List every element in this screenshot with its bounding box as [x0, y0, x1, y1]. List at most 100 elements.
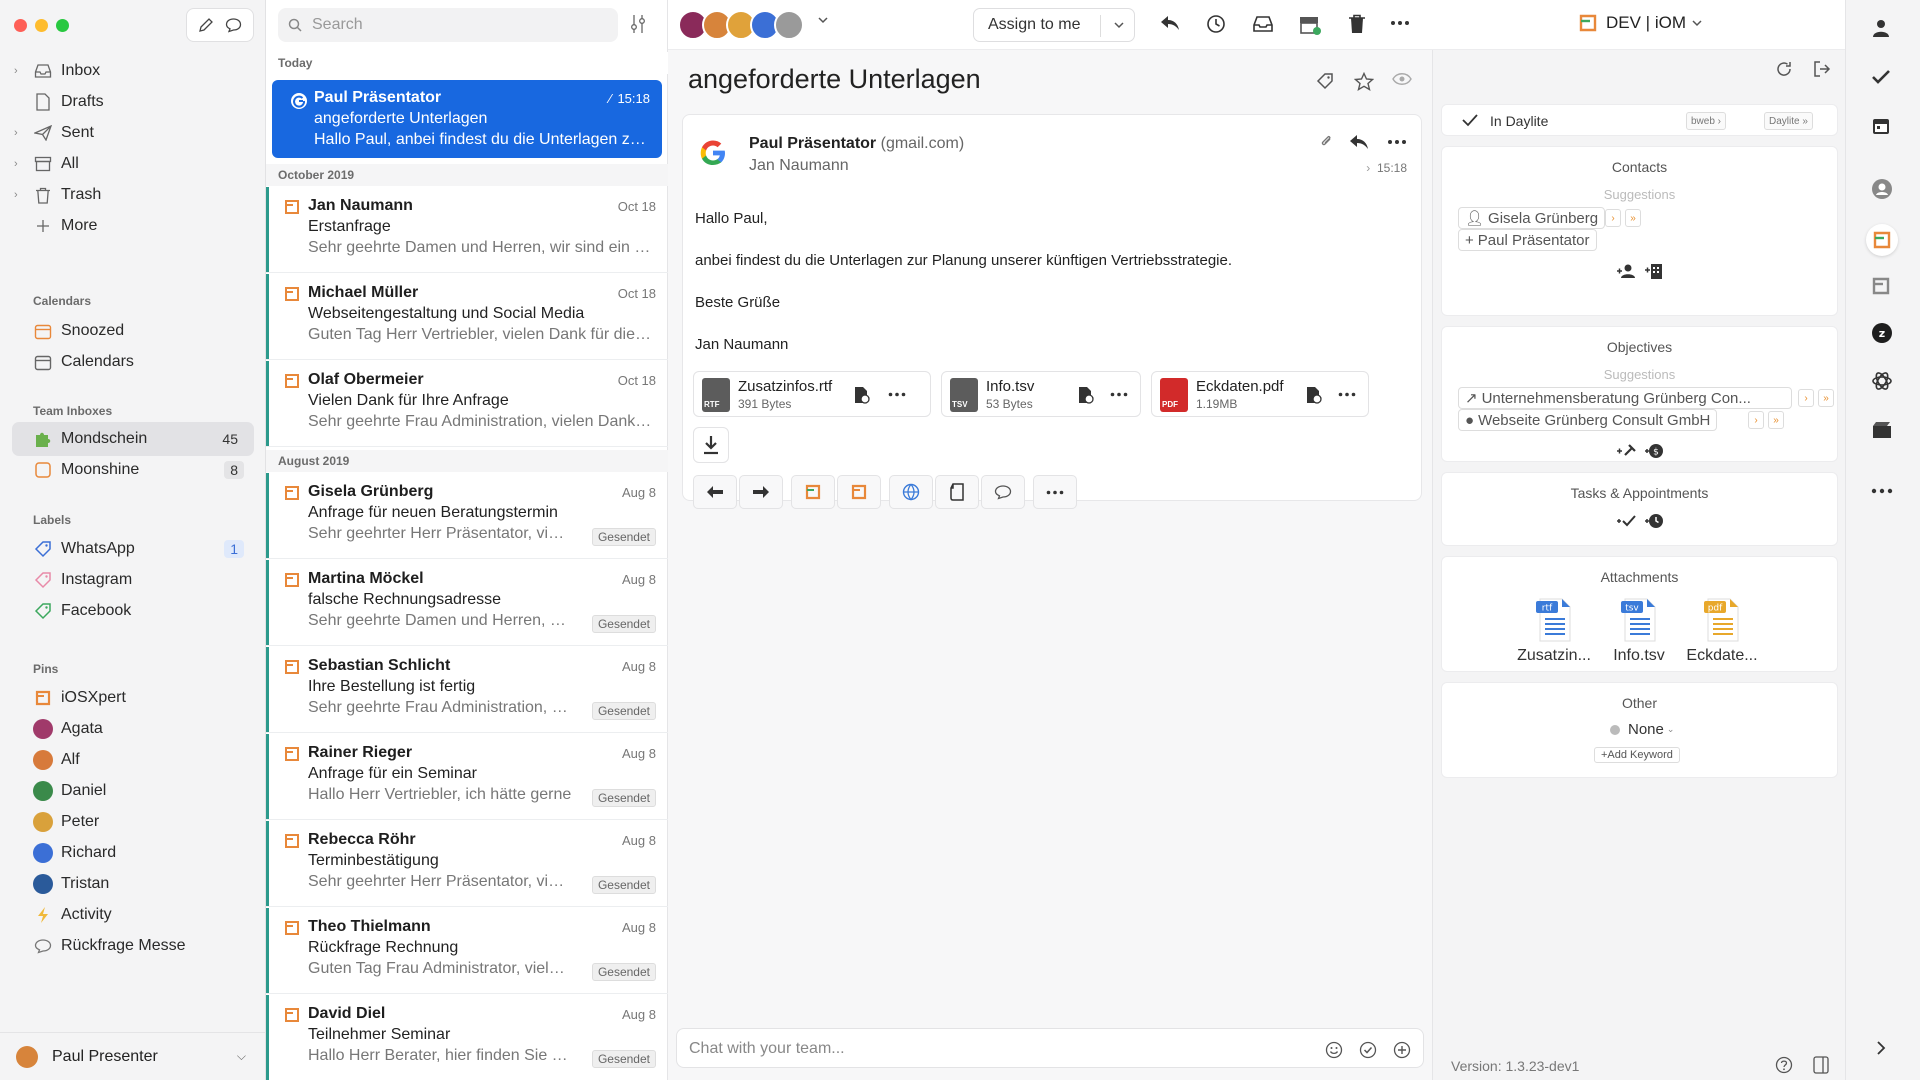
link-arrow-icon[interactable]: › — [1748, 411, 1764, 429]
chevron-right-icon[interactable] — [1876, 1040, 1886, 1056]
more-actions-button[interactable] — [1033, 475, 1077, 509]
evernote-button[interactable] — [935, 475, 979, 509]
source-chip-bweb[interactable]: bweb › — [1686, 112, 1727, 130]
chevron-right-icon[interactable]: › — [14, 189, 28, 201]
star-icon[interactable] — [1354, 72, 1374, 92]
sidebar-item-whatsapp[interactable]: WhatsApp 1 — [12, 532, 254, 566]
sidebar-item-facebook[interactable]: Facebook — [12, 594, 254, 628]
message-row[interactable]: Michael Müller Oct 18 Webseitengestaltung … — [266, 274, 668, 360]
add-task-icon[interactable] — [1612, 507, 1640, 535]
trash-icon[interactable] — [1348, 14, 1366, 34]
save-file-icon[interactable] — [1306, 386, 1322, 404]
sidebar-item-rueckfrage-messe[interactable]: Rückfrage Messe — [12, 929, 254, 963]
openai-icon[interactable] — [1871, 370, 1893, 392]
sidebar-item-snoozed[interactable]: Snoozed — [12, 314, 254, 348]
sidebar-item-daniel[interactable]: Daniel — [12, 774, 254, 808]
contact-suggestion-paul[interactable]: + Paul Präsentator — [1458, 229, 1597, 251]
team-chat-input[interactable]: Chat with your team... — [676, 1028, 1424, 1068]
sidebar-item-instagram[interactable]: Instagram — [12, 563, 254, 597]
message-row[interactable]: Theo Thielmann Aug 8 Rückfrage Rechnung Gut… — [266, 908, 668, 994]
translate-button[interactable] — [889, 475, 933, 509]
add-company-icon[interactable] — [1640, 257, 1668, 285]
daylite-link-icon[interactable]: » — [1818, 389, 1834, 407]
assign-to-me-button[interactable]: Assign to me — [973, 8, 1135, 42]
sidebar-item-tristan[interactable]: Tristan — [12, 867, 254, 901]
sidebar-item-all[interactable]: › All — [12, 147, 254, 181]
attachment-file[interactable]: pdf Eckdate... — [1680, 595, 1764, 665]
attachment-zusatzinfos[interactable]: RTF Zusatzinfos.rtf 391 Bytes — [693, 371, 931, 417]
comment-button[interactable] — [981, 475, 1025, 509]
message-row[interactable]: Rainer Rieger Aug 8 Anfrage für ein Semina… — [266, 734, 668, 820]
account-circle-icon[interactable] — [1871, 178, 1893, 200]
add-appointment-icon[interactable] — [1640, 507, 1668, 535]
chevron-down-icon[interactable] — [818, 16, 828, 24]
sidebar-toggle-icon[interactable] — [1813, 1056, 1829, 1074]
chevron-right-icon[interactable]: › — [14, 158, 28, 170]
add-circle-icon[interactable] — [1393, 1041, 1411, 1059]
eye-icon[interactable] — [1392, 72, 1412, 86]
check-circle-icon[interactable] — [1359, 1041, 1377, 1059]
tag-icon[interactable] — [1316, 72, 1334, 90]
more-icon[interactable] — [888, 392, 906, 397]
move-to-folder-icon[interactable] — [1298, 14, 1322, 36]
account-switcher[interactable]: DEV | iOM — [1578, 13, 1702, 33]
sidebar-item-trash[interactable]: › Trash — [12, 178, 254, 212]
objective-suggestion-webseite[interactable]: ● Webseite Grünberg Consult GmbH — [1458, 409, 1718, 431]
download-all-button[interactable] — [693, 427, 729, 463]
chevron-down-icon[interactable] — [1114, 21, 1124, 29]
daylite-gray-icon[interactable] — [1871, 276, 1891, 296]
more-icon[interactable] — [1871, 488, 1893, 494]
message-row[interactable]: Sebastian Schlicht Aug 8 Ihre Bestellung i… — [266, 647, 668, 733]
chevron-right-icon[interactable]: › — [14, 127, 28, 139]
sidebar-item-inbox[interactable]: › Inbox — [12, 54, 254, 88]
add-keyword-button[interactable]: +Add Keyword — [1594, 747, 1680, 763]
checkmark-icon[interactable] — [1871, 68, 1891, 86]
sidebar-item-calendars[interactable]: Calendars — [12, 345, 254, 379]
zendesk-icon[interactable]: z — [1871, 322, 1893, 344]
sidebar-item-sent[interactable]: › Sent — [12, 116, 254, 150]
sidebar-item-richard[interactable]: Richard — [12, 836, 254, 870]
attachment-info[interactable]: TSV Info.tsv 53 Bytes — [941, 371, 1141, 417]
contact-suggestion-gisela[interactable]: 👤︎ Gisela Grünberg — [1458, 207, 1606, 229]
user-account-switcher[interactable]: Paul Presenter ⌵ — [0, 1032, 266, 1080]
chevron-right-icon[interactable]: › — [14, 65, 28, 77]
reply-icon[interactable] — [1160, 14, 1180, 32]
attachment-file[interactable]: rtf Zusatzin... — [1512, 595, 1596, 665]
new-chat-icon[interactable] — [225, 17, 242, 33]
daylite-icon[interactable] — [1866, 224, 1898, 256]
message-row[interactable]: Rebecca Röhr Aug 8 Terminbestätigung Sehr g… — [266, 821, 668, 907]
help-icon[interactable] — [1775, 1056, 1793, 1074]
sidebar-item-drafts[interactable]: Drafts — [12, 85, 254, 119]
daylite-link-icon[interactable]: » — [1768, 411, 1784, 429]
save-file-icon[interactable] — [854, 386, 870, 404]
refresh-icon[interactable] — [1775, 60, 1793, 78]
emoji-icon[interactable] — [1325, 1041, 1343, 1059]
sidebar-item-peter[interactable]: Peter — [12, 805, 254, 839]
zoom-window-button[interactable] — [56, 19, 69, 32]
sidebar-item-alf[interactable]: Alf — [12, 743, 254, 777]
archive-icon[interactable] — [1252, 14, 1274, 34]
objective-suggestion-beratung[interactable]: ↗ Unternehmensberatung Grünberg Con... — [1458, 387, 1792, 409]
message-row[interactable]: Jan Naumann Oct 18 Erstanfrage Sehr geehrte… — [266, 187, 668, 273]
priority-dropdown[interactable]: None ⌄ — [1610, 721, 1674, 738]
add-person-icon[interactable] — [1612, 257, 1640, 285]
sidebar-item-mondschein[interactable]: Mondschein 45 — [12, 422, 254, 456]
person-icon[interactable] — [1871, 18, 1891, 38]
link-arrow-icon[interactable]: › — [1798, 389, 1814, 407]
sidebar-item-activity[interactable]: Activity — [12, 898, 254, 932]
save-file-icon[interactable] — [1078, 386, 1094, 404]
filter-icon[interactable] — [629, 14, 647, 34]
daylite-link-button[interactable] — [791, 475, 835, 509]
more-icon[interactable] — [1338, 392, 1356, 397]
calendar-icon[interactable] — [1871, 116, 1891, 136]
message-row[interactable]: Gisela Grünberg Aug 8 Anfrage für neuen Be… — [266, 473, 668, 559]
attachment-eckdaten[interactable]: PDF Eckdaten.pdf 1.19MB — [1151, 371, 1369, 417]
selected-message-row[interactable]: Paul Präsentator ∕ 15:18 angeforderte Unt… — [272, 80, 662, 158]
logout-icon[interactable] — [1813, 60, 1831, 78]
source-chip-daylite[interactable]: Daylite » — [1764, 112, 1813, 130]
more-icon[interactable] — [1387, 139, 1407, 145]
sidebar-item-iosxpert[interactable]: iOSXpert — [12, 681, 254, 715]
more-icon[interactable] — [1110, 392, 1128, 397]
video-icon[interactable] — [1871, 420, 1893, 440]
more-icon[interactable] — [1390, 20, 1410, 26]
